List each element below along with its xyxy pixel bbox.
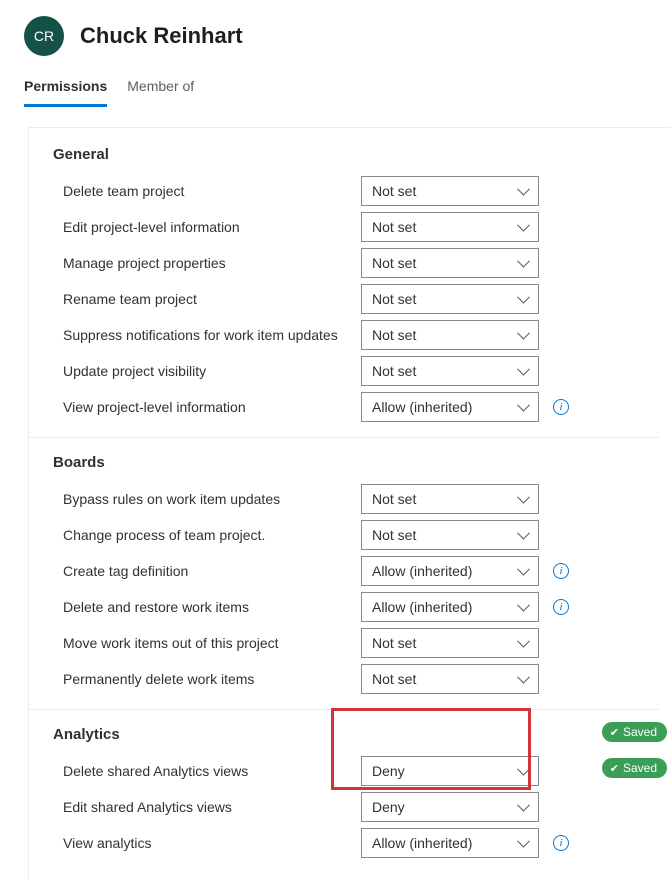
tab-permissions[interactable]: Permissions xyxy=(24,72,107,107)
perm-select[interactable]: Not set xyxy=(361,176,539,206)
check-icon: ✔ xyxy=(610,762,619,775)
perm-value: Not set xyxy=(372,635,416,651)
saved-badge: ✔ Saved xyxy=(602,722,667,742)
divider xyxy=(29,709,659,710)
perm-select[interactable]: Not set xyxy=(361,356,539,386)
perm-value: Allow (inherited) xyxy=(372,599,472,615)
perm-label: Suppress notifications for work item upd… xyxy=(53,327,353,343)
perm-value: Not set xyxy=(372,671,416,687)
perm-select[interactable]: Not set xyxy=(361,248,539,278)
perm-label: Edit project-level information xyxy=(53,219,353,235)
perm-select[interactable]: Not set xyxy=(361,284,539,314)
perm-label: Delete and restore work items xyxy=(53,599,353,615)
info-icon[interactable]: i xyxy=(553,399,569,415)
perm-value: Not set xyxy=(372,291,416,307)
saved-label: Saved xyxy=(623,725,657,739)
divider xyxy=(29,437,659,438)
perm-label: Edit shared Analytics views xyxy=(53,799,353,815)
section-title-analytics: Analytics xyxy=(53,726,659,743)
perm-value: Allow (inherited) xyxy=(372,835,472,851)
perm-select[interactable]: Allow (inherited) xyxy=(361,828,539,858)
perm-value: Not set xyxy=(372,491,416,507)
perm-label: View analytics xyxy=(53,835,353,851)
perm-select[interactable]: Deny xyxy=(361,756,539,786)
perm-label: Permanently delete work items xyxy=(53,671,353,687)
perm-select[interactable]: Not set xyxy=(361,212,539,242)
perm-select[interactable]: Allow (inherited) xyxy=(361,556,539,586)
saved-badge: ✔ Saved xyxy=(602,758,667,778)
perm-label: Delete team project xyxy=(53,183,353,199)
perm-label: Bypass rules on work item updates xyxy=(53,491,353,507)
perm-label: View project-level information xyxy=(53,399,353,415)
check-icon: ✔ xyxy=(610,726,619,739)
perm-value: Allow (inherited) xyxy=(372,563,472,579)
perm-value: Deny xyxy=(372,799,405,815)
perm-select[interactable]: Allow (inherited) xyxy=(361,392,539,422)
perm-select[interactable]: Not set xyxy=(361,320,539,350)
saved-label: Saved xyxy=(623,761,657,775)
section-title-boards: Boards xyxy=(53,454,659,471)
section-title-general: General xyxy=(53,146,659,163)
perm-value: Not set xyxy=(372,183,416,199)
tab-member-of[interactable]: Member of xyxy=(127,72,194,107)
perm-select[interactable]: Allow (inherited) xyxy=(361,592,539,622)
perm-label: Rename team project xyxy=(53,291,353,307)
perm-value: Not set xyxy=(372,255,416,271)
perm-value: Deny xyxy=(372,763,405,779)
perm-value: Not set xyxy=(372,219,416,235)
info-icon[interactable]: i xyxy=(553,599,569,615)
perm-select[interactable]: Not set xyxy=(361,664,539,694)
avatar: CR xyxy=(24,16,64,56)
info-icon[interactable]: i xyxy=(553,835,569,851)
perm-value: Not set xyxy=(372,327,416,343)
perm-label: Move work items out of this project xyxy=(53,635,353,651)
perm-select[interactable]: Not set xyxy=(361,628,539,658)
info-icon[interactable]: i xyxy=(553,563,569,579)
perm-select[interactable]: Deny xyxy=(361,792,539,822)
perm-label: Update project visibility xyxy=(53,363,353,379)
perm-value: Not set xyxy=(372,527,416,543)
perm-select[interactable]: Not set xyxy=(361,520,539,550)
perm-value: Allow (inherited) xyxy=(372,399,472,415)
page-title: Chuck Reinhart xyxy=(80,23,243,49)
perm-select[interactable]: Not set xyxy=(361,484,539,514)
perm-label: Delete shared Analytics views xyxy=(53,763,353,779)
perm-value: Not set xyxy=(372,363,416,379)
perm-label: Change process of team project. xyxy=(53,527,353,543)
perm-label: Create tag definition xyxy=(53,563,353,579)
perm-label: Manage project properties xyxy=(53,255,353,271)
